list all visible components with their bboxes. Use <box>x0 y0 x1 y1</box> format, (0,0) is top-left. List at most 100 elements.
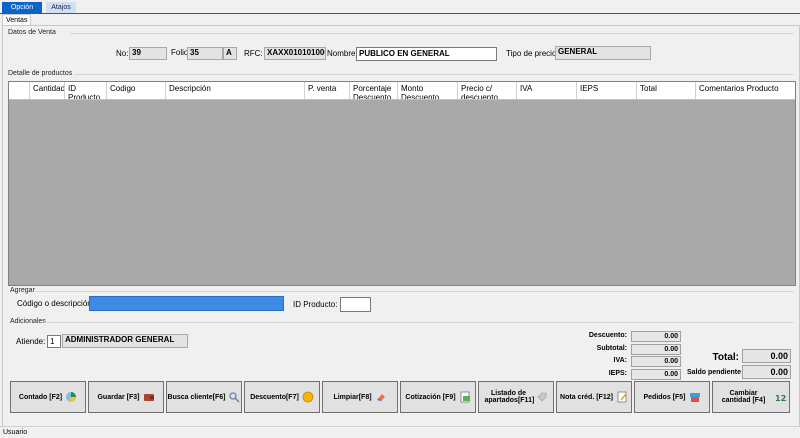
id-producto-label: ID Producto: <box>293 300 338 309</box>
adicionales-title: Adicionales <box>10 318 46 325</box>
col-precio-descuento[interactable]: Precio c/ descuento <box>457 82 516 99</box>
nombre-input[interactable]: PUBLICO EN GENERAL <box>356 47 497 61</box>
ieps-value: 0.00 <box>631 369 681 380</box>
col-descripcion[interactable]: Descripción <box>165 82 304 99</box>
iva-value: 0.00 <box>631 356 681 367</box>
agregar-divider <box>36 291 794 292</box>
col-iva-label: IVA <box>520 84 533 93</box>
col-cantidad[interactable]: Cantidad <box>29 82 64 99</box>
adicionales-divider <box>44 322 794 323</box>
busca-cliente-button-label: Busca cliente[F6] <box>167 393 226 401</box>
busca-cliente-button[interactable]: Busca cliente[F6] <box>166 381 242 413</box>
col-p-venta-label: P. venta <box>308 84 337 93</box>
grid-row-header <box>9 82 29 99</box>
nombre-label: Nombre: <box>327 49 358 58</box>
codigo-label: Código o descripción <box>17 299 92 308</box>
contado-button-label: Contado [F2] <box>18 393 63 401</box>
col-ieps[interactable]: IEPS <box>576 82 636 99</box>
ieps-label: IEPS: <box>608 370 627 377</box>
guardar-button[interactable]: Guardar [F3] <box>88 381 164 413</box>
atiende-label: Atiende: <box>16 337 46 346</box>
col-id-producto-label: ID Producto <box>68 84 101 99</box>
limpiar-button[interactable]: Limpiar[F8] <box>322 381 398 413</box>
total-value: 0.00 <box>742 349 791 363</box>
tipo-precio-label: Tipo de precio <box>506 49 557 58</box>
rfc-field: XAXX010101000 <box>264 47 326 60</box>
nota-credito-button[interactable]: Nota créd. [F12] <box>556 381 632 413</box>
subtotal-label: Subtotal: <box>596 345 627 352</box>
note-edit-icon <box>617 391 627 403</box>
folio-series-field: A <box>223 47 237 60</box>
no-label: No: <box>116 49 129 58</box>
col-id-producto[interactable]: ID Producto <box>64 82 106 99</box>
total-label: Total: <box>712 352 739 363</box>
cotizacion-button[interactable]: Cotización [F9] <box>400 381 476 413</box>
subtotal-value: 0.00 <box>631 344 681 355</box>
col-cantidad-label: Cantidad <box>33 84 64 93</box>
pedidos-button-label: Pedidos [F5] <box>643 393 686 401</box>
pedidos-button[interactable]: Pedidos [F5] <box>634 381 710 413</box>
descuento-button[interactable]: Descuento[F7] <box>244 381 320 413</box>
saldo-pendiente-value: 0.00 <box>742 365 791 379</box>
codigo-descripcion-input[interactable] <box>89 296 284 311</box>
col-precio-descuento-label: Precio c/ descuento <box>461 84 498 99</box>
numbers-icon: 123 <box>775 394 787 403</box>
guardar-button-label: Guardar [F3] <box>97 393 140 401</box>
user-search-icon <box>229 392 241 403</box>
datos-venta-divider <box>70 33 794 34</box>
col-monto-descuento[interactable]: Monto Descuento <box>397 82 457 99</box>
document-add-icon <box>460 391 470 403</box>
folio-label: Folio <box>171 48 189 57</box>
col-p-venta[interactable]: P. venta <box>304 82 349 99</box>
col-comentarios-label: Comentarios Producto <box>699 84 779 93</box>
no-field: 39 <box>129 47 167 60</box>
agregar-title: Agregar <box>10 287 35 294</box>
detalle-divider <box>74 74 794 75</box>
status-bar: Usuario <box>0 426 800 437</box>
id-producto-input[interactable] <box>340 297 371 312</box>
nota-credito-button-label: Nota créd. [F12] <box>560 393 613 401</box>
tipo-precio-field[interactable]: GENERAL <box>555 46 651 60</box>
col-codigo[interactable]: Codigo <box>106 82 165 99</box>
listado-apartados-button[interactable]: Listado de apartados[F11] <box>478 381 554 413</box>
cambiar-cantidad-button-label: Cambiar cantidad [F4] <box>721 390 766 404</box>
col-iva[interactable]: IVA <box>516 82 576 99</box>
store-icon <box>689 393 700 402</box>
cotizacion-button-label: Cotización [F9] <box>405 393 456 401</box>
col-ieps-label: IEPS <box>580 84 599 93</box>
tag-icon <box>537 392 546 402</box>
col-descripcion-label: Descripción <box>169 84 211 93</box>
col-porcentaje-descuento-label: Porcentaje Descuento <box>353 84 392 99</box>
col-total[interactable]: Total <box>636 82 695 99</box>
iva-label: IVA: <box>613 357 627 364</box>
col-total-label: Total <box>640 84 657 93</box>
eraser-icon <box>376 394 385 401</box>
col-comentarios[interactable]: Comentarios Producto <box>695 82 795 99</box>
col-porcentaje-descuento[interactable]: Porcentaje Descuento <box>349 82 397 99</box>
atiende-id-input[interactable]: 1 <box>47 335 61 348</box>
atiende-name-field: ADMINISTRADOR GENERAL <box>62 334 188 348</box>
detalle-title: Detalle de productos <box>8 70 73 77</box>
products-grid[interactable]: Cantidad ID Producto Codigo Descripción … <box>8 81 796 286</box>
tab-atajos[interactable]: Atajos <box>46 2 76 13</box>
descuento-value: 0.00 <box>631 331 681 342</box>
contado-button[interactable]: Contado [F2] <box>10 381 86 413</box>
pie-chart-icon <box>66 392 77 403</box>
descuento-button-label: Descuento[F7] <box>250 393 299 401</box>
svg-text:123: 123 <box>775 394 787 403</box>
wallet-icon <box>143 394 154 401</box>
status-user: Usuario <box>3 429 28 436</box>
limpiar-button-label: Limpiar[F8] <box>333 393 372 401</box>
descuento-label: Descuento: <box>588 332 627 339</box>
rfc-label: RFC: <box>244 49 263 58</box>
cambiar-cantidad-button[interactable]: Cambiar cantidad [F4] 123 <box>712 381 790 413</box>
coin-icon <box>302 391 314 403</box>
folio-field: 35 <box>187 47 223 60</box>
listado-apartados-button-label: Listado de apartados[F11] <box>484 390 535 404</box>
grid-header: Cantidad ID Producto Codigo Descripción … <box>9 82 795 100</box>
datos-venta-title: Datos de Venta <box>8 29 56 36</box>
tab-opcion[interactable]: Opción <box>2 2 42 13</box>
menu-divider <box>0 13 800 14</box>
saldo-pendiente-label: Saldo pendiente <box>686 369 741 376</box>
col-codigo-label: Codigo <box>110 84 136 93</box>
